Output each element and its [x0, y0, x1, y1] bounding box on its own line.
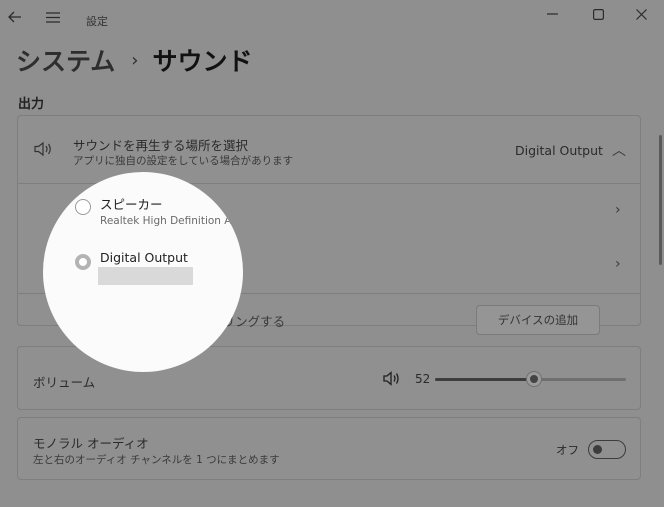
- mono-audio-description: 左と右のオーディオ チャンネルを 1 つにまとめます: [33, 454, 280, 466]
- mono-audio-state: オフ: [556, 443, 579, 457]
- close-button[interactable]: [618, 0, 664, 28]
- back-arrow-icon[interactable]: [2, 4, 28, 30]
- output-select-description: アプリに独自の設定をしている場合があります: [73, 155, 294, 167]
- toggle-knob: [593, 445, 602, 454]
- chevron-right-icon: ›: [615, 202, 621, 218]
- mono-audio-label: モノラル オーディオ: [33, 436, 149, 451]
- device-sub-speaker: Realtek High Definition Audio: [100, 215, 243, 227]
- output-section-title: 出力: [18, 97, 45, 112]
- device-name-speaker: スピーカー: [100, 197, 163, 212]
- volume-slider[interactable]: [435, 371, 626, 387]
- window-title: 設定: [86, 15, 108, 28]
- breadcrumb-parent[interactable]: システム: [16, 42, 115, 78]
- volume-label: ボリューム: [33, 375, 96, 390]
- volume-slider-fill: [435, 378, 535, 381]
- chevron-up-icon: ︿: [612, 143, 626, 159]
- breadcrumb: システム › サウンド: [16, 42, 252, 78]
- volume-speaker-icon[interactable]: [383, 371, 401, 390]
- minimize-button[interactable]: [529, 0, 575, 28]
- scrollbar[interactable]: [659, 135, 662, 265]
- hamburger-menu-icon[interactable]: [40, 4, 66, 30]
- radio-speaker[interactable]: [75, 199, 91, 215]
- radio-digital-output[interactable]: [75, 254, 91, 270]
- spotlight-highlight: スピーカー Realtek High Definition Audio Digi…: [43, 172, 243, 372]
- maximize-button[interactable]: [575, 0, 621, 28]
- mono-audio-toggle[interactable]: [588, 440, 626, 459]
- title-bar: 設定: [0, 0, 664, 40]
- output-select-row[interactable]: サウンドを再生する場所を選択 アプリに独自の設定をしている場合があります Dig…: [18, 116, 640, 183]
- speaker-icon: [34, 141, 54, 161]
- breadcrumb-separator: ›: [131, 49, 139, 71]
- volume-value: 52: [415, 372, 431, 386]
- device-name-digital-output: Digital Output: [100, 250, 188, 265]
- output-select-value: Digital Output: [515, 143, 603, 158]
- output-select-label: サウンドを再生する場所を選択: [73, 138, 249, 153]
- volume-slider-thumb[interactable]: [526, 371, 543, 387]
- redacted-device-info: [98, 267, 193, 285]
- page-title: サウンド: [152, 47, 253, 76]
- mono-audio-panel: モノラル オーディオ 左と右のオーディオ チャンネルを 1 つにまとめます オフ: [17, 417, 641, 480]
- chevron-right-icon: ›: [615, 256, 621, 272]
- add-device-button[interactable]: デバイスの追加: [476, 305, 600, 335]
